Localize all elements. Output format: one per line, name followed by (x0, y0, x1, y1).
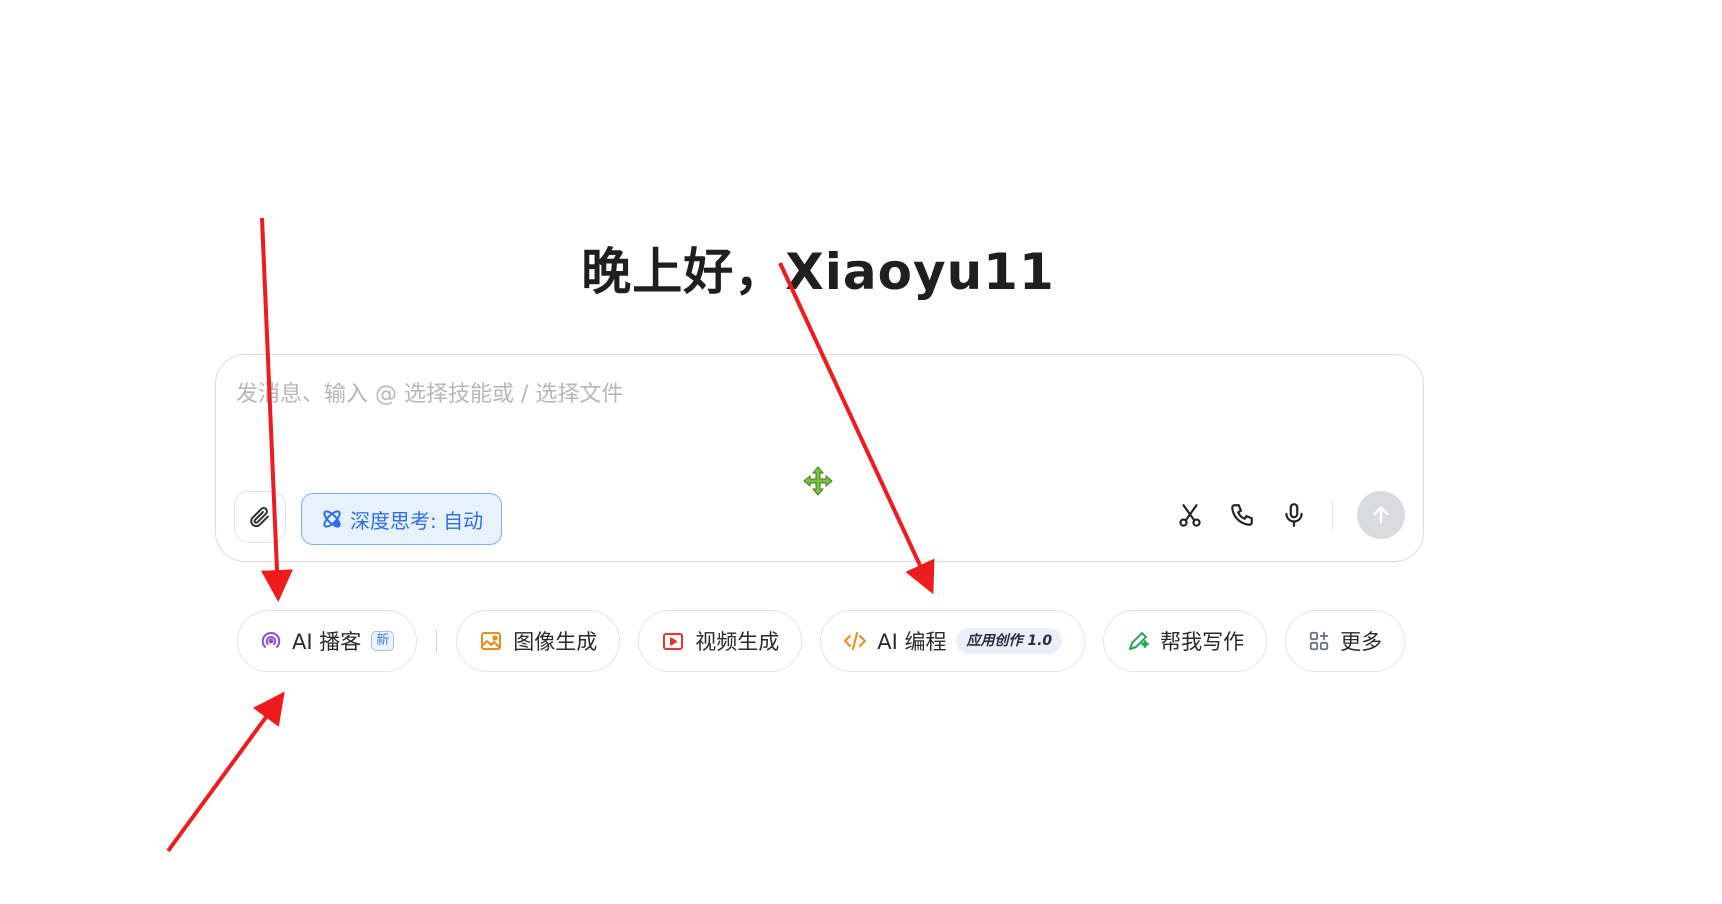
move-cursor-icon (803, 466, 833, 496)
code-icon (844, 632, 867, 650)
arrow-up-icon (1373, 506, 1389, 524)
attach-button[interactable] (234, 491, 286, 543)
new-badge: 新 (371, 631, 395, 651)
grid-icon (1310, 631, 1329, 651)
pen-icon (1129, 632, 1150, 650)
microphone-button[interactable] (1280, 501, 1308, 529)
message-composer: 深度思考: 自动 (215, 354, 1424, 562)
skill-label: AI 播客 (292, 630, 362, 654)
skill-divider (436, 629, 438, 653)
skill-bar: AI 播客 新 图像生成 视频生成 AI 编程 应用创作 1.0 帮我写作 更多 (237, 609, 1406, 673)
skill-label: 更多 (1340, 630, 1383, 654)
skill-ai-podcast[interactable]: AI 播客 新 (237, 610, 418, 672)
app-creation-badge: 应用创作 1.0 (956, 628, 1063, 654)
skill-label: 图像生成 (513, 630, 598, 654)
page: 晚上好，Xiaoyu11 深度思考: 自动 (0, 0, 1722, 904)
greeting-title: 晚上好，Xiaoyu11 (581, 243, 1055, 301)
image-icon (481, 632, 502, 650)
tools-divider (1332, 500, 1333, 530)
deep-think-toggle[interactable]: 深度思考: 自动 (301, 493, 503, 545)
atom-icon (323, 510, 341, 528)
microphone-icon (1285, 503, 1303, 527)
composer-tools (1176, 487, 1405, 543)
phone-icon (1231, 504, 1253, 526)
annotation-arrow (166, 691, 285, 853)
skill-label: 视频生成 (695, 630, 780, 654)
scissors-button[interactable] (1176, 501, 1204, 529)
skill-label: 帮我写作 (1160, 630, 1245, 654)
skill-more[interactable]: 更多 (1285, 610, 1406, 672)
podcast-icon (261, 632, 281, 648)
skill-label: AI 编程 (877, 630, 947, 654)
phone-button[interactable] (1228, 501, 1256, 529)
video-icon (663, 633, 684, 650)
message-input[interactable] (234, 373, 1388, 415)
deep-think-label: 深度思考: 自动 (350, 508, 484, 533)
send-button[interactable] (1357, 491, 1405, 539)
skill-video-generation[interactable]: 视频生成 (638, 610, 803, 672)
skill-writing[interactable]: 帮我写作 (1103, 610, 1268, 672)
scissors-icon (1179, 504, 1201, 527)
skill-image-generation[interactable]: 图像生成 (456, 610, 621, 672)
paperclip-icon (250, 507, 269, 528)
skill-ai-coding[interactable]: AI 编程 应用创作 1.0 (820, 610, 1086, 672)
